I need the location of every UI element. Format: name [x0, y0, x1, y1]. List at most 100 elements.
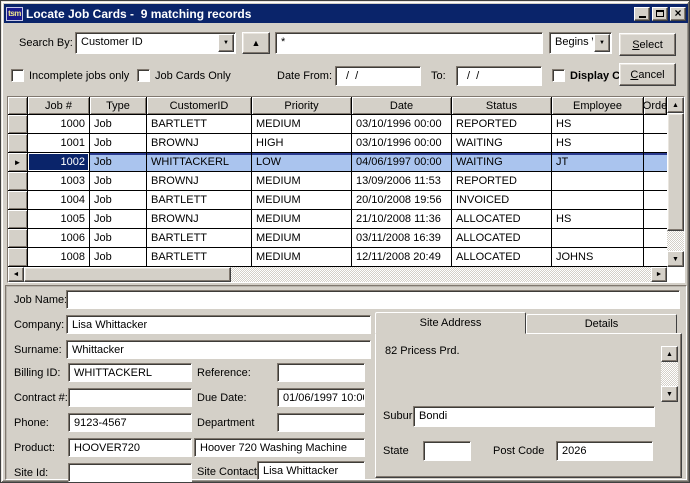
grid-cell[interactable]: BARTLETT — [147, 248, 252, 267]
grid-cell[interactable]: REPORTED — [452, 115, 552, 134]
grid-cell[interactable]: BROWNJ — [147, 210, 252, 229]
row-selector[interactable] — [8, 172, 28, 191]
grid-cell[interactable]: 1005 — [28, 210, 90, 229]
grid-cell[interactable]: INVOICED — [452, 191, 552, 210]
table-row[interactable]: ►1002JobWHITTACKERLLOW04/06/1997 00:00WA… — [8, 153, 667, 172]
department-input[interactable] — [277, 413, 365, 432]
scroll-down-icon[interactable]: ▼ — [667, 251, 684, 267]
vertical-scroll-track[interactable] — [667, 231, 684, 251]
grid-cell[interactable]: BARTLETT — [147, 115, 252, 134]
grid-cell[interactable]: HS — [552, 134, 644, 153]
grid-cell[interactable]: MEDIUM — [252, 172, 352, 191]
grid-cell[interactable]: 04/06/1997 00:00 — [352, 153, 452, 172]
grid-cell[interactable]: 1001 — [28, 134, 90, 153]
grid-cell[interactable]: Job — [90, 172, 147, 191]
display-colours-checkbox[interactable] — [552, 69, 565, 82]
grid-cell[interactable]: 1004 — [28, 191, 90, 210]
date-to-input[interactable]: / / — [456, 66, 542, 86]
contract-input[interactable] — [68, 388, 192, 407]
title-bar[interactable]: tsm Locate Job Cards - 9 matching record… — [4, 4, 688, 23]
table-row[interactable]: 1006JobBARTLETTMEDIUM03/11/2008 16:39ALL… — [8, 229, 667, 248]
row-selector[interactable] — [8, 191, 28, 210]
column-header-priority[interactable]: Priority — [252, 97, 352, 115]
due-date-input[interactable]: 01/06/1997 10:00 — [277, 388, 365, 407]
column-header-date[interactable]: Date — [352, 97, 452, 115]
grid-cell[interactable]: HIGH — [252, 134, 352, 153]
scroll-left-icon[interactable]: ◄ — [8, 267, 24, 282]
grid-cell[interactable] — [644, 229, 667, 248]
grid-cell[interactable]: 03/10/1996 00:00 — [352, 134, 452, 153]
grid-cell[interactable]: Job — [90, 229, 147, 248]
grid-cell[interactable]: WHITTACKERL — [147, 153, 252, 172]
grid-cell[interactable]: 12/11/2008 20:49 — [352, 248, 452, 267]
horizontal-scroll-thumb[interactable] — [24, 267, 231, 282]
scroll-up-icon[interactable]: ▲ — [661, 346, 678, 362]
address-scroll-track[interactable] — [661, 362, 678, 386]
chevron-down-icon[interactable]: ▼ — [218, 34, 234, 52]
maximize-button[interactable] — [652, 7, 668, 21]
grid-cell[interactable]: 1003 — [28, 172, 90, 191]
column-header-employee[interactable]: Employee — [552, 97, 644, 115]
incomplete-jobs-checkbox[interactable] — [11, 69, 24, 82]
grid-cell[interactable]: REPORTED — [452, 172, 552, 191]
scroll-down-icon[interactable]: ▼ — [661, 386, 678, 402]
grid-cell[interactable] — [644, 172, 667, 191]
grid-cell[interactable]: BARTLETT — [147, 191, 252, 210]
grid-cell[interactable]: BROWNJ — [147, 134, 252, 153]
grid-cell[interactable]: MEDIUM — [252, 191, 352, 210]
grid-cell[interactable]: ALLOCATED — [452, 229, 552, 248]
grid-cell[interactable] — [552, 229, 644, 248]
row-selector[interactable] — [8, 248, 28, 267]
site-contact-input[interactable]: Lisa Whittacker — [257, 461, 365, 480]
grid-cell[interactable]: 13/09/2006 11:53 — [352, 172, 452, 191]
scroll-up-icon[interactable]: ▲ — [667, 97, 684, 113]
scroll-right-icon[interactable]: ► — [651, 267, 667, 282]
state-input[interactable] — [423, 441, 471, 461]
horizontal-scroll-track[interactable] — [24, 267, 651, 282]
product-input[interactable]: HOOVER720 — [68, 438, 192, 457]
reference-input[interactable] — [277, 363, 365, 382]
grid-cell[interactable]: Job — [90, 191, 147, 210]
grid-cell[interactable]: HS — [552, 115, 644, 134]
row-selector[interactable] — [8, 229, 28, 248]
job-name-input[interactable] — [66, 290, 680, 309]
row-selector[interactable] — [8, 210, 28, 229]
grid-cell[interactable] — [644, 191, 667, 210]
grid-cell[interactable]: 1000 — [28, 115, 90, 134]
column-header-orde[interactable]: Orde — [644, 97, 667, 115]
search-field-select[interactable]: Customer ID ▼ — [75, 32, 236, 54]
grid-cell[interactable]: Job — [90, 115, 147, 134]
grid-cell[interactable]: 21/10/2008 11:36 — [352, 210, 452, 229]
column-header-status[interactable]: Status — [452, 97, 552, 115]
grid-cell[interactable]: JOHNS — [552, 248, 644, 267]
job-cards-only-checkbox[interactable] — [137, 69, 150, 82]
tab-site-address[interactable]: Site Address — [375, 312, 526, 334]
vertical-scroll-thumb[interactable] — [667, 113, 684, 231]
product-description-input[interactable]: Hoover 720 Washing Machine — [194, 438, 365, 457]
suburb-input[interactable]: Bondi — [413, 406, 655, 427]
close-button[interactable]: × — [670, 7, 686, 21]
grid-cell[interactable]: Job — [90, 134, 147, 153]
surname-input[interactable]: Whittacker — [66, 340, 371, 359]
row-selector[interactable] — [8, 134, 28, 153]
table-row[interactable]: 1000JobBARTLETTMEDIUM03/10/1996 00:00REP… — [8, 115, 667, 134]
table-row[interactable]: 1004JobBARTLETTMEDIUM20/10/2008 19:56INV… — [8, 191, 667, 210]
column-header-type[interactable]: Type — [90, 97, 147, 115]
company-input[interactable]: Lisa Whittacker — [66, 315, 371, 334]
grid-cell[interactable]: MEDIUM — [252, 210, 352, 229]
grid-cell[interactable]: WAITING — [452, 134, 552, 153]
table-row[interactable]: 1005JobBROWNJMEDIUM21/10/2008 11:36ALLOC… — [8, 210, 667, 229]
grid-cell[interactable]: ALLOCATED — [452, 248, 552, 267]
grid-cell[interactable] — [644, 248, 667, 267]
row-selector[interactable] — [8, 115, 28, 134]
post-code-input[interactable]: 2026 — [556, 441, 653, 461]
billing-id-input[interactable]: WHITTACKERL — [68, 363, 192, 382]
grid-cell[interactable]: MEDIUM — [252, 229, 352, 248]
grid-cell[interactable]: BARTLETT — [147, 229, 252, 248]
sort-direction-button[interactable]: ▲ — [242, 32, 270, 54]
table-row[interactable]: 1001JobBROWNJHIGH03/10/1996 00:00WAITING… — [8, 134, 667, 153]
grid-cell[interactable]: Job — [90, 153, 147, 172]
grid-cell[interactable] — [552, 191, 644, 210]
row-selector[interactable]: ► — [8, 153, 28, 172]
grid-cell[interactable]: MEDIUM — [252, 248, 352, 267]
